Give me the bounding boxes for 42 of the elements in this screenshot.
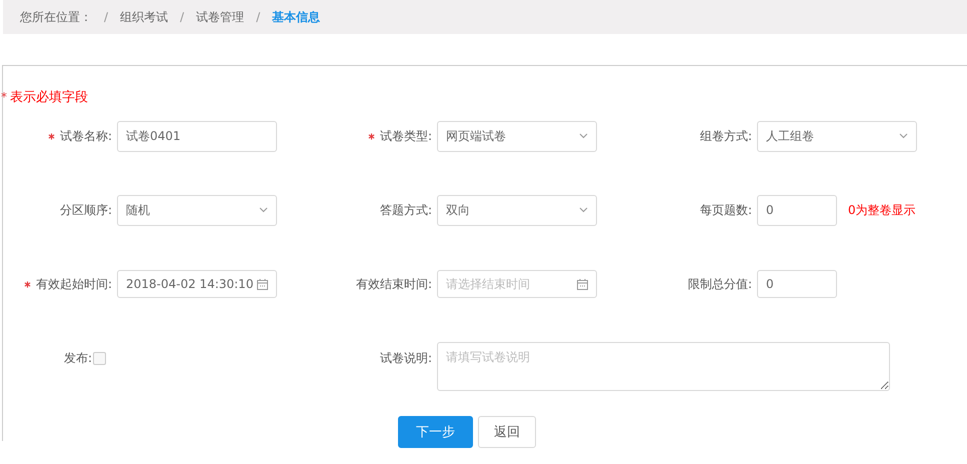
select-field[interactable]: 人工组卷 bbox=[757, 120, 917, 152]
back-button[interactable]: 返回 bbox=[478, 416, 536, 448]
field-label: 组卷方式: bbox=[700, 128, 752, 144]
field-label: 试卷类型: bbox=[368, 128, 432, 144]
field-label: 有效起始时间: bbox=[24, 276, 112, 292]
breadcrumb-separator: / bbox=[256, 10, 260, 24]
breadcrumb-link[interactable]: 基本信息 bbox=[272, 8, 320, 26]
calendar-icon bbox=[577, 278, 588, 290]
next-button[interactable]: 下一步 bbox=[398, 416, 473, 448]
breadcrumb-link[interactable]: 组织考试 bbox=[120, 8, 168, 26]
required-note: 表示必填字段 bbox=[10, 89, 88, 106]
field-label: 试卷名称: bbox=[48, 128, 112, 144]
field-label: 每页题数: bbox=[700, 202, 752, 218]
asterisk-icon bbox=[48, 132, 55, 140]
breadcrumb-link[interactable]: 试卷管理 bbox=[196, 8, 244, 26]
select-field[interactable]: 随机 bbox=[117, 194, 277, 226]
breadcrumb-separator: / bbox=[180, 10, 184, 24]
field-label: 限制总分值: bbox=[688, 276, 752, 292]
required-mark: * bbox=[1, 90, 7, 104]
breadcrumb-separator: / bbox=[104, 10, 108, 24]
select-field[interactable]: 双向 bbox=[437, 194, 597, 226]
input-field[interactable]: 试卷0401 bbox=[117, 120, 277, 152]
chevron-down-icon bbox=[899, 133, 908, 139]
date-field[interactable]: 2018-04-02 14:30:10 bbox=[117, 270, 277, 298]
breadcrumb-prefix: 您所在位置： bbox=[20, 8, 92, 26]
field-label: 答题方式: bbox=[380, 202, 432, 218]
hint-text: 0为整卷显示 bbox=[848, 202, 916, 218]
field-label: 有效结束时间: bbox=[356, 276, 432, 292]
asterisk-icon bbox=[368, 132, 375, 140]
checkbox[interactable] bbox=[93, 352, 106, 364]
input-field[interactable]: 0 bbox=[757, 270, 837, 298]
description-field[interactable]: 请填写试卷说明 bbox=[437, 342, 890, 391]
chevron-down-icon bbox=[259, 207, 268, 213]
calendar-icon bbox=[257, 278, 268, 290]
chevron-down-icon bbox=[579, 133, 588, 139]
field-label: 分区顺序: bbox=[60, 202, 112, 218]
field-label: 试卷说明: bbox=[380, 350, 432, 367]
chevron-down-icon bbox=[579, 207, 588, 213]
asterisk-icon bbox=[24, 280, 31, 288]
input-field[interactable]: 0 bbox=[757, 194, 837, 226]
field-label: 发布: bbox=[64, 350, 92, 366]
select-field[interactable]: 网页端试卷 bbox=[437, 120, 597, 152]
